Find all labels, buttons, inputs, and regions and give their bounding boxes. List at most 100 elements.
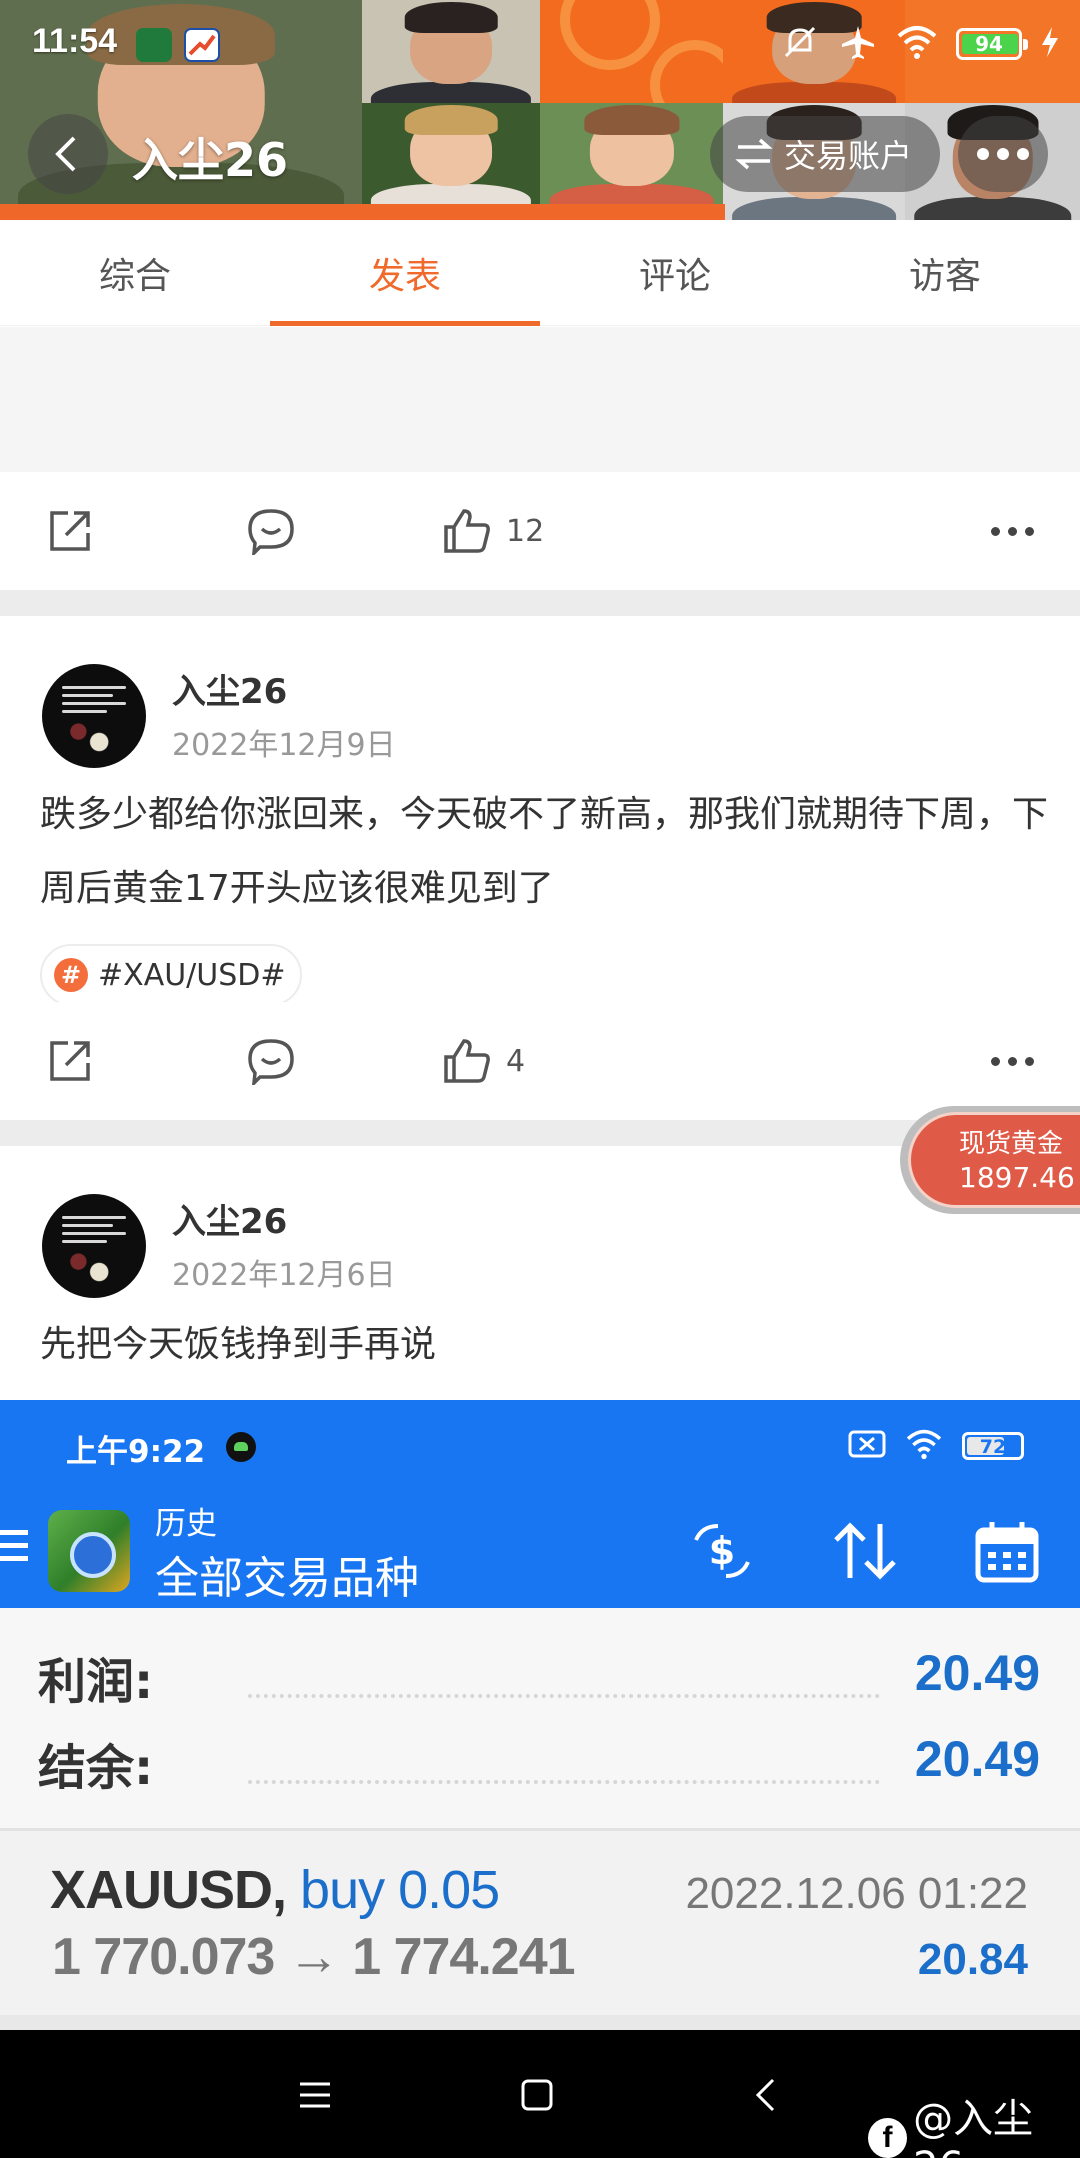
image-battery-level: 72 [979,1436,1007,1458]
like-button[interactable]: 12 [442,472,544,590]
metatrader-logo [48,1510,130,1592]
cloud-icon [226,1432,256,1462]
avatar[interactable] [42,1194,146,1298]
comment-button[interactable] [246,1002,296,1120]
topic-tag[interactable]: # #XAU/USD# [40,944,302,1006]
trade-symbol-line: XAUUSD, buy 0.05 [50,1859,500,1921]
image-status-bar: 上午9:22 72 [0,1400,1080,1492]
more-options-button[interactable] [958,116,1048,192]
back-button[interactable] [28,114,108,194]
app-notification-icon [136,28,172,62]
profile-tabs: 综合 发表 评论 访客 [0,220,1080,326]
currency-exchange-icon: $ [684,1520,760,1586]
trade-side: buy 0.05 [300,1860,500,1920]
tab-overview[interactable]: 综合 [0,220,270,326]
trade-profit: 20.84 [917,1935,1028,1984]
comment-icon [248,509,294,555]
trade-prices: 1 770.073 → 1 774.241 [52,1928,576,1986]
status-time: 11:54 [32,22,118,60]
status-bar: 11:54 94 [0,0,1080,86]
image-title: 全部交易品种 [155,1553,419,1604]
gold-price-widget[interactable]: 现货黄金 1897.46 [900,1106,1080,1214]
tab-visitors[interactable]: 访客 [810,220,1080,326]
image-bottom-edge [0,2015,1080,2030]
image-system-icons: 72 [848,1428,1024,1464]
header-photo [362,103,540,204]
menu-icon [0,1530,28,1569]
system-navigation-bar: f @入尘26 [0,2030,1080,2158]
avatar[interactable] [42,664,146,768]
balance-row: 结余: 20.49 [38,1728,1040,1808]
post-content: 先把今天饭钱挣到手再说 [40,1324,437,1365]
image-app-bar: 历史 全部交易品种 $ [0,1492,1080,1608]
square-icon [521,2079,553,2111]
topic-tag-label: #XAU/USD# [98,957,286,993]
post-date: 2022年12月9日 [172,728,396,763]
battery-icon: 72 [962,1432,1024,1460]
sort-icon [830,1520,900,1586]
trade-datetime: 2022.12.06 01:22 [685,1869,1028,1918]
app-notification-icon [184,28,220,62]
tab-posts[interactable]: 发表 [270,220,540,326]
system-back-button[interactable] [730,2060,800,2130]
page-title: 入尘26 [132,133,289,187]
switch-account-button[interactable]: 交易账户 [710,116,940,192]
post-more-button[interactable] [991,472,1034,590]
like-button[interactable]: 4 [442,1002,525,1120]
chevron-left-icon [755,2078,775,2112]
system-icons: 94 [780,22,1060,66]
comment-icon [248,1039,294,1085]
battery-icon: 94 [956,28,1028,60]
profile-header: 11:54 94 入尘26 交易账户 [0,0,1080,220]
share-icon [50,511,90,551]
battery-level: 94 [975,32,1003,56]
balance-label: 结余: [38,1740,154,1796]
post-content: 跌多少都给你涨回来，今天破不了新高，那我们就期待下周，下周后黄金17开头应该很难… [40,794,1049,909]
profit-row: 利润: 20.49 [38,1642,1040,1722]
trade-row: XAUUSD, buy 0.05 2022.12.06 01:22 1 770.… [0,1831,1080,2015]
charging-icon [1040,25,1060,63]
share-button[interactable] [46,472,94,590]
thumbs-up-icon [444,509,490,553]
like-count: 12 [506,513,545,549]
recent-apps-button[interactable] [280,2060,350,2130]
post-card: 入尘26 2022年12月9日 跌多少都给你涨回来，今天破不了新高，那我们就期待… [0,616,1080,1120]
gold-price-value: 1897.46 [959,1161,1075,1194]
post-date: 2022年12月6日 [172,1258,396,1293]
menu-lines-icon [300,2082,330,2108]
like-count: 4 [506,1043,526,1079]
tab-comments[interactable]: 评论 [540,220,810,326]
chevron-left-icon [55,136,76,172]
post-author[interactable]: 入尘26 [172,1194,287,1243]
comment-button[interactable] [246,472,296,590]
dotted-leader [248,1694,880,1698]
calendar-icon [974,1520,1040,1588]
home-button[interactable] [502,2060,572,2130]
separator [0,590,1080,616]
share-button[interactable] [46,1002,94,1120]
share-icon [50,1041,90,1081]
image-status-time: 上午9:22 [66,1434,206,1470]
svg-text:$: $ [709,1529,735,1573]
post-author[interactable]: 入尘26 [172,664,287,713]
wifi-icon [896,24,938,64]
trade-symbol: XAUUSD, [50,1860,287,1920]
hashtag-icon: # [54,958,88,992]
airplane-mode-icon [838,22,878,66]
post-image-trade-history[interactable]: 上午9:22 72 历史 全部交易品种 $ 利润: 20.49 结余: 20.4… [0,1400,1080,2030]
balance-value: 20.49 [914,1731,1040,1787]
previous-post-content [0,327,1080,472]
wifi-icon [904,1428,944,1464]
profit-label: 利润: [38,1654,154,1710]
facebook-logo-icon: f [868,2118,908,2158]
gold-price-name: 现货黄金 [959,1129,1064,1159]
watermark: f @入尘26 [868,2086,1080,2158]
post-more-button[interactable] [991,1002,1034,1120]
image-subtitle: 历史 [155,1506,217,1542]
header-accent-strip [0,204,725,220]
swap-icon [735,138,773,170]
switch-account-label: 交易账户 [784,137,913,175]
thumbs-up-icon [444,1039,490,1083]
watermark-text: @入尘26 [913,2096,1034,2158]
header-photo [540,103,723,204]
